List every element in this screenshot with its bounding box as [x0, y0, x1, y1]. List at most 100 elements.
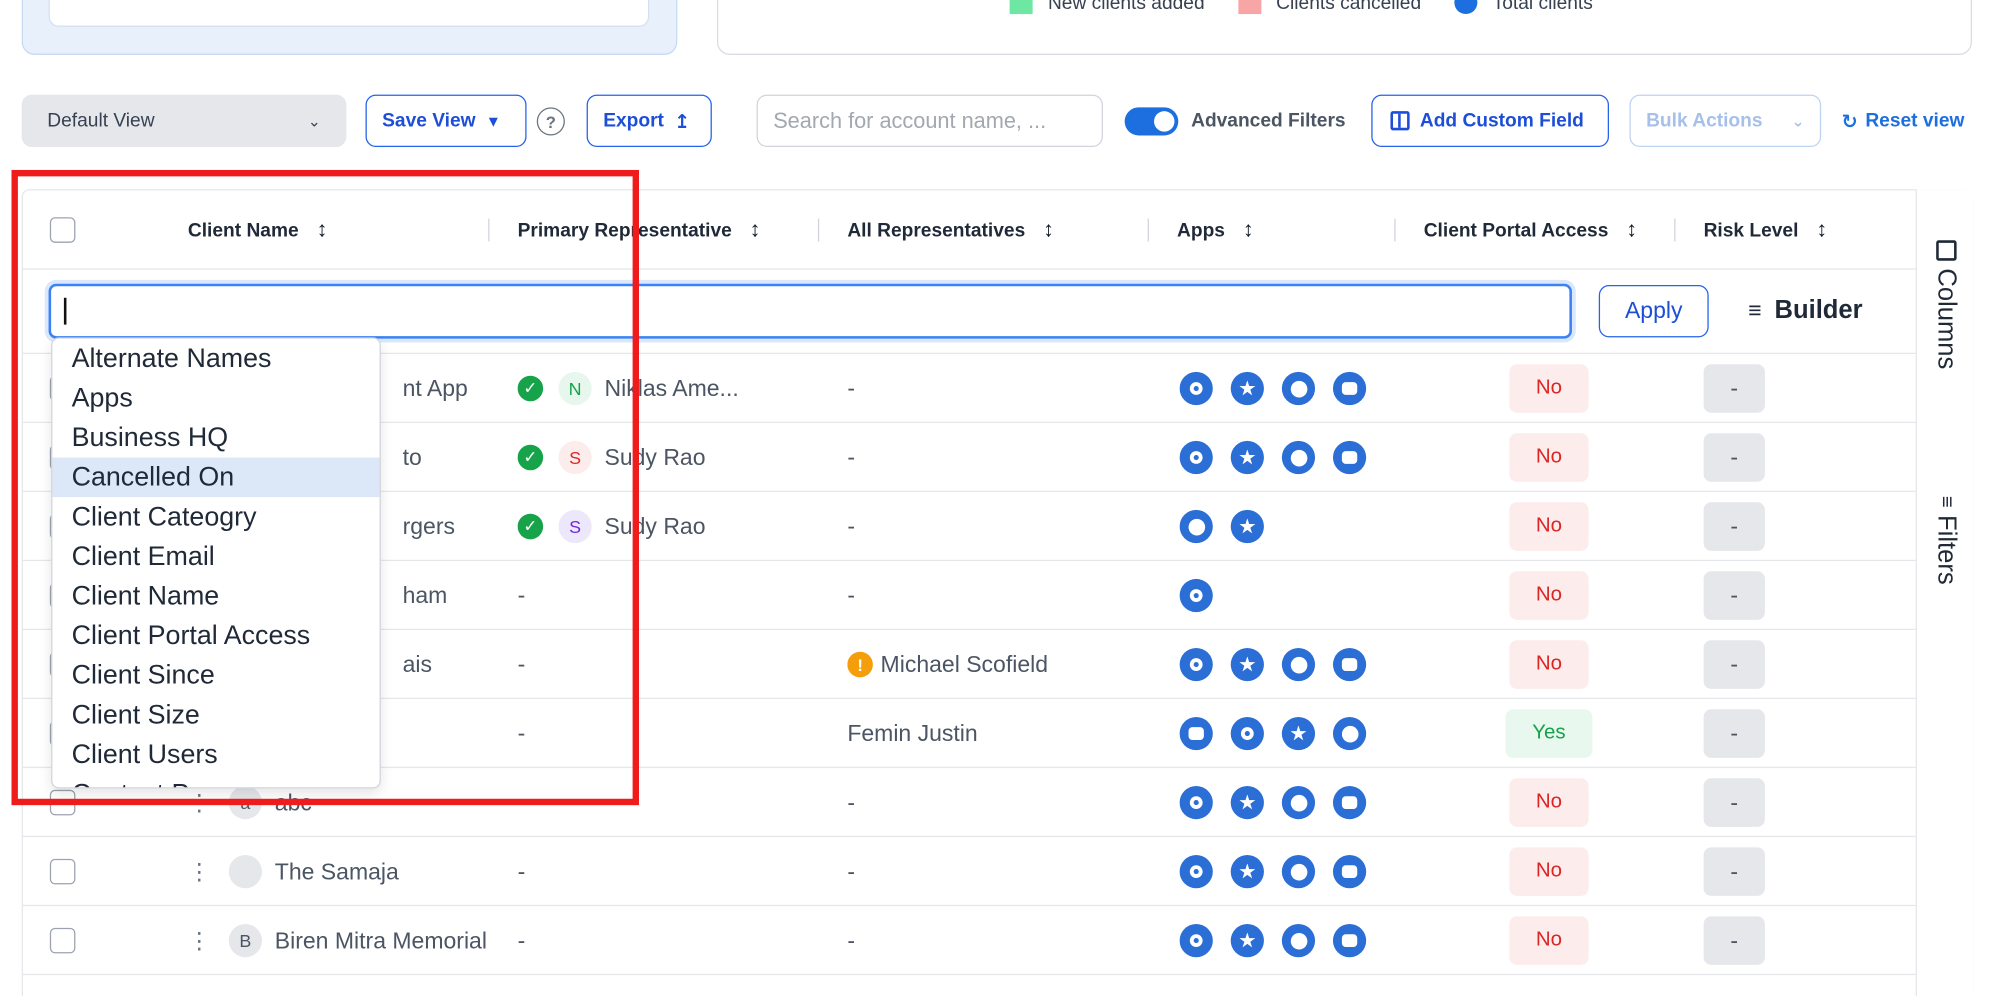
reset-view-button[interactable]: ↻ Reset view: [1842, 95, 1965, 147]
globe-app-icon[interactable]: [1281, 371, 1316, 406]
primary-rep-cell: -: [518, 906, 818, 975]
globe-app-icon[interactable]: [1281, 785, 1316, 820]
chat-app-icon[interactable]: [1332, 371, 1367, 406]
risk-level-cell: -: [1703, 699, 1806, 768]
chat-app-icon[interactable]: [1332, 647, 1367, 682]
star-app-icon[interactable]: [1230, 440, 1264, 475]
risk-level-badge: -: [1703, 571, 1765, 620]
legend-swatch-total: [1454, 0, 1478, 15]
columns-panel-toggle[interactable]: Columns: [1931, 240, 1960, 369]
upload-icon: ↥: [674, 110, 691, 133]
client-avatar: [228, 854, 262, 889]
help-icon[interactable]: ?: [536, 107, 565, 136]
client-name: Biren Mitra Memorial: [274, 927, 487, 953]
star-app-icon[interactable]: [1230, 371, 1264, 406]
globe-app-icon[interactable]: [1281, 923, 1316, 958]
globe-app-icon[interactable]: [1281, 440, 1316, 475]
apply-button[interactable]: Apply: [1598, 284, 1709, 338]
chat-app-icon[interactable]: [1179, 716, 1213, 751]
save-view-button[interactable]: Save View ▼: [365, 94, 527, 147]
star-app-icon[interactable]: [1281, 716, 1316, 751]
column-risk-level[interactable]: Risk Level ↕: [1704, 190, 1828, 269]
client-name-cell[interactable]: ⋮ The Samaja: [188, 837, 488, 906]
sort-icon[interactable]: ↕: [750, 217, 761, 243]
chevron-down-icon: ⌄: [1791, 111, 1805, 130]
star-app-icon[interactable]: [1230, 785, 1264, 820]
all-reps-text: -: [847, 858, 855, 884]
star-app-icon[interactable]: [1230, 854, 1264, 889]
advanced-filters-toggle[interactable]: [1124, 107, 1179, 136]
portal-access-badge: No: [1509, 571, 1589, 620]
globe-app-icon[interactable]: [1281, 854, 1316, 889]
portal-access-badge: No: [1509, 640, 1589, 689]
location-app-icon[interactable]: [1179, 371, 1213, 406]
all-reps-cell: -: [847, 837, 1147, 906]
apps-cell: [1179, 768, 1397, 837]
chart-legend: New clients added Clients cancelled Tota…: [1009, 0, 1593, 15]
column-divider: [1147, 218, 1149, 242]
row-checkbox[interactable]: [49, 858, 76, 885]
bulk-actions-select[interactable]: Bulk Actions ⌄: [1629, 94, 1822, 147]
search-input[interactable]: Search for account name, ...: [756, 94, 1103, 147]
risk-level-cell: -: [1703, 354, 1806, 423]
location-app-icon[interactable]: [1179, 647, 1213, 682]
side-rail: Columns ≡ Filters: [1915, 189, 1974, 996]
legend-new-clients: New clients added: [1009, 0, 1205, 15]
builder-button[interactable]: ≡ Builder: [1748, 285, 1862, 337]
location-app-icon[interactable]: [1179, 578, 1213, 613]
portal-access-cell: Yes: [1424, 699, 1674, 768]
sort-icon[interactable]: ↕: [1626, 217, 1637, 243]
export-button[interactable]: Export ↥: [586, 94, 712, 147]
builder-icon: ≡: [1748, 297, 1762, 324]
sort-icon[interactable]: ↕: [1043, 217, 1054, 243]
column-all-reps[interactable]: All Representatives ↕: [847, 190, 1054, 269]
sort-icon[interactable]: ↕: [1243, 217, 1254, 243]
chevron-down-icon: ⌄: [307, 111, 321, 130]
star-app-icon[interactable]: [1230, 923, 1264, 958]
chat-app-icon[interactable]: [1332, 923, 1367, 958]
column-portal-access[interactable]: Client Portal Access ↕: [1424, 190, 1637, 269]
location-app-icon[interactable]: [1179, 923, 1213, 958]
chat-app-icon[interactable]: [1332, 854, 1367, 889]
globe-app-icon[interactable]: [1332, 716, 1367, 751]
client-name-cell[interactable]: ⋮ B Biren Mitra Memorial: [188, 906, 488, 975]
legend-cancelled: Clients cancelled: [1237, 0, 1421, 15]
location-app-icon[interactable]: [1179, 854, 1213, 889]
row-checkbox[interactable]: [49, 927, 76, 954]
risk-level-badge: -: [1703, 709, 1765, 758]
table-row[interactable]: ⋮ B Biren Mitra Memorial - - No -: [23, 906, 1917, 976]
column-divider: [1674, 218, 1676, 242]
row-menu-icon[interactable]: ⋮: [188, 927, 211, 954]
risk-level-badge: -: [1703, 502, 1765, 551]
location-app-icon[interactable]: [1179, 785, 1213, 820]
filters-panel-toggle[interactable]: ≡ Filters: [1931, 496, 1960, 585]
apps-cell: [1179, 423, 1397, 492]
primary-rep-name: -: [517, 858, 526, 884]
portal-access-badge: No: [1509, 502, 1589, 551]
star-app-icon[interactable]: [1230, 647, 1264, 682]
risk-level-badge: -: [1703, 916, 1765, 965]
apps-cell: [1179, 699, 1397, 768]
risk-level-cell: -: [1703, 837, 1806, 906]
portal-access-cell: No: [1424, 906, 1674, 975]
portal-access-badge: No: [1509, 916, 1589, 965]
all-reps-cell: -: [847, 423, 1147, 492]
chat-app-icon[interactable]: [1332, 785, 1367, 820]
globe-app-icon[interactable]: [1281, 647, 1316, 682]
add-custom-field-button[interactable]: Add Custom Field: [1371, 94, 1610, 147]
risk-level-badge: -: [1703, 364, 1765, 413]
apps-cell: [1179, 354, 1397, 423]
location-app-icon[interactable]: [1179, 440, 1213, 475]
star-app-icon[interactable]: [1230, 509, 1264, 544]
table-row[interactable]: ⋮ The Samaja - - No -: [23, 837, 1917, 907]
location-app-icon[interactable]: [1230, 716, 1264, 751]
sort-icon[interactable]: ↕: [1816, 217, 1827, 243]
column-apps[interactable]: Apps ↕: [1177, 190, 1254, 269]
client-name: The Samaja: [274, 858, 399, 884]
default-view-select[interactable]: Default View ⌄: [21, 94, 347, 147]
all-reps-cell: ! Michael Scofield: [847, 630, 1147, 699]
chat-app-icon[interactable]: [1332, 440, 1367, 475]
row-menu-icon[interactable]: ⋮: [188, 858, 211, 885]
apps-cell: [1179, 630, 1397, 699]
globe-app-icon[interactable]: [1179, 509, 1213, 544]
